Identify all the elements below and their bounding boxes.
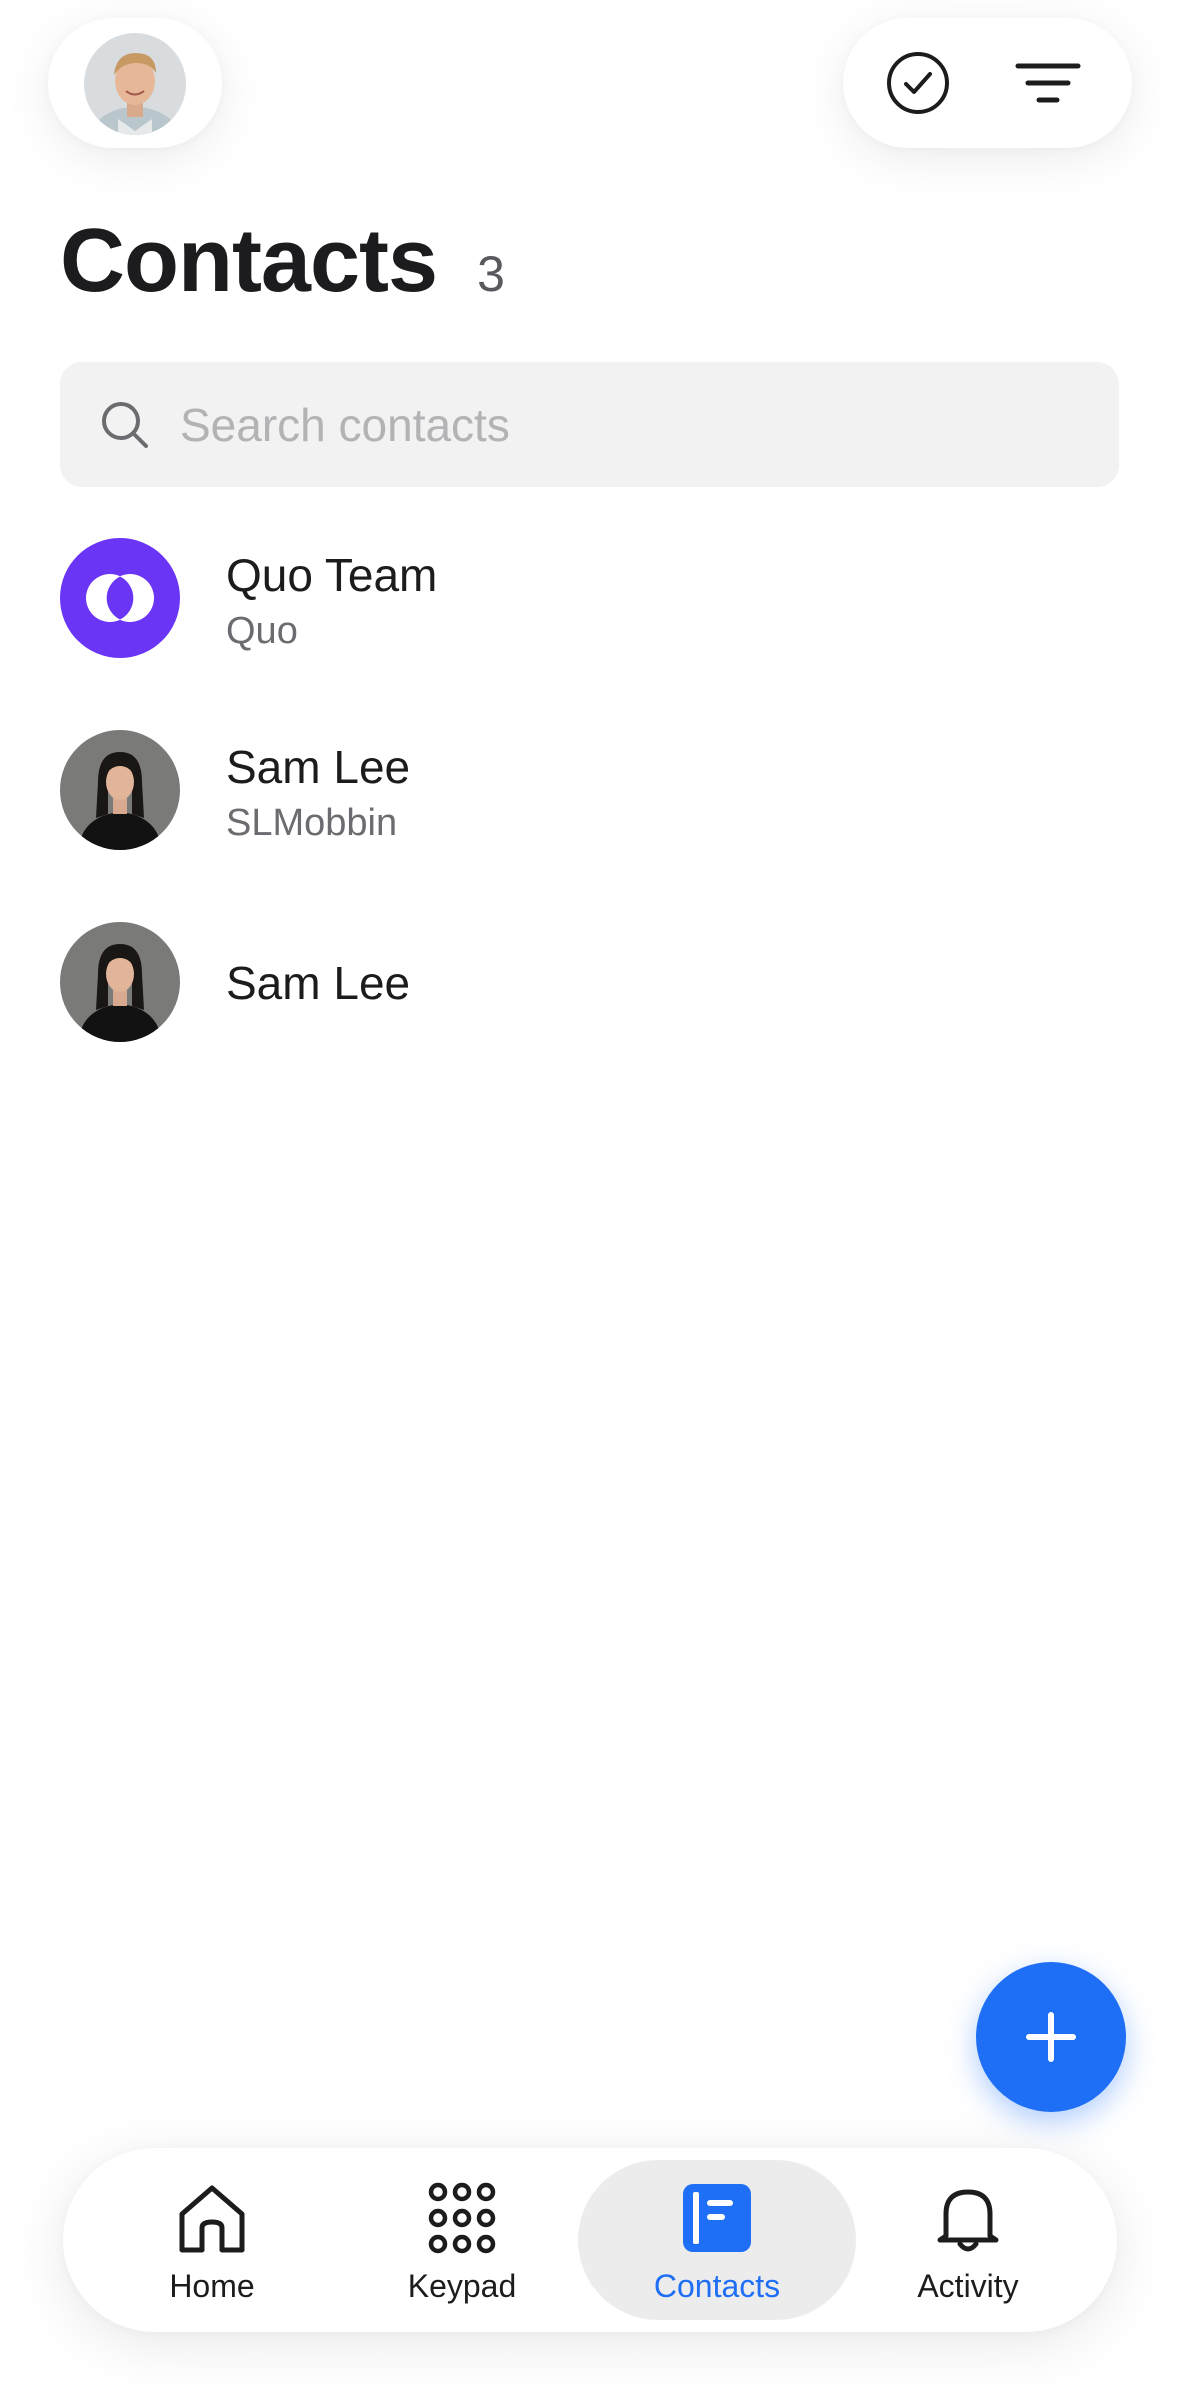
tab-activity[interactable]: Activity [829,2160,1107,2320]
profile-pill[interactable] [48,18,222,148]
search-input[interactable] [180,362,1080,487]
contact-avatar [60,922,180,1042]
contact-name: Sam Lee [226,957,411,1009]
profile-avatar[interactable] [84,33,186,135]
check-circle-icon [887,52,949,114]
tab-home[interactable]: Home [73,2160,351,2320]
search-icon [102,402,148,448]
keypad-icon [428,2182,496,2254]
quo-logo-icon [86,574,154,622]
header-actions [843,18,1132,148]
add-contact-button[interactable] [976,1962,1126,2112]
contact-name: Sam Lee [226,741,411,793]
filter-lines-icon [1015,63,1081,103]
search-bar[interactable] [60,362,1119,487]
tab-keypad[interactable]: Keypad [323,2160,601,2320]
home-icon [179,2185,245,2253]
tab-label: Keypad [407,2268,517,2304]
list-item[interactable]: Sam Lee [0,904,1179,1074]
bell-icon [937,2189,999,2252]
contact-company: Quo [226,610,298,652]
title-row: Contacts 3 [60,210,505,313]
tab-label: Home [169,2268,255,2304]
contact-company: SLMobbin [226,802,398,844]
contact-avatar [60,730,180,850]
bottom-tab-bar: Home Keypad Contacts Activity [63,2148,1117,2332]
user-avatar-photo-icon [84,33,186,135]
contact-count: 3 [477,246,505,302]
tab-label: Contacts [653,2268,781,2304]
quo-logo-avatar [60,538,180,658]
contacts-screen: Contacts 3 Quo Team Quo [0,0,1179,2396]
person-photo-icon [60,730,180,850]
list-item[interactable]: Sam Lee SLMobbin [0,712,1179,882]
page-title: Contacts [60,211,438,311]
select-button[interactable] [863,18,973,148]
contacts-book-icon [683,2184,751,2252]
plus-icon [1026,2012,1076,2062]
list-item[interactable]: Quo Team Quo [0,520,1179,690]
tab-contacts[interactable]: Contacts [578,2160,856,2320]
filter-button[interactable] [993,18,1103,148]
tab-label: Activity [917,2268,1019,2304]
contact-name: Quo Team [226,549,438,601]
person-photo-icon [60,922,180,1042]
